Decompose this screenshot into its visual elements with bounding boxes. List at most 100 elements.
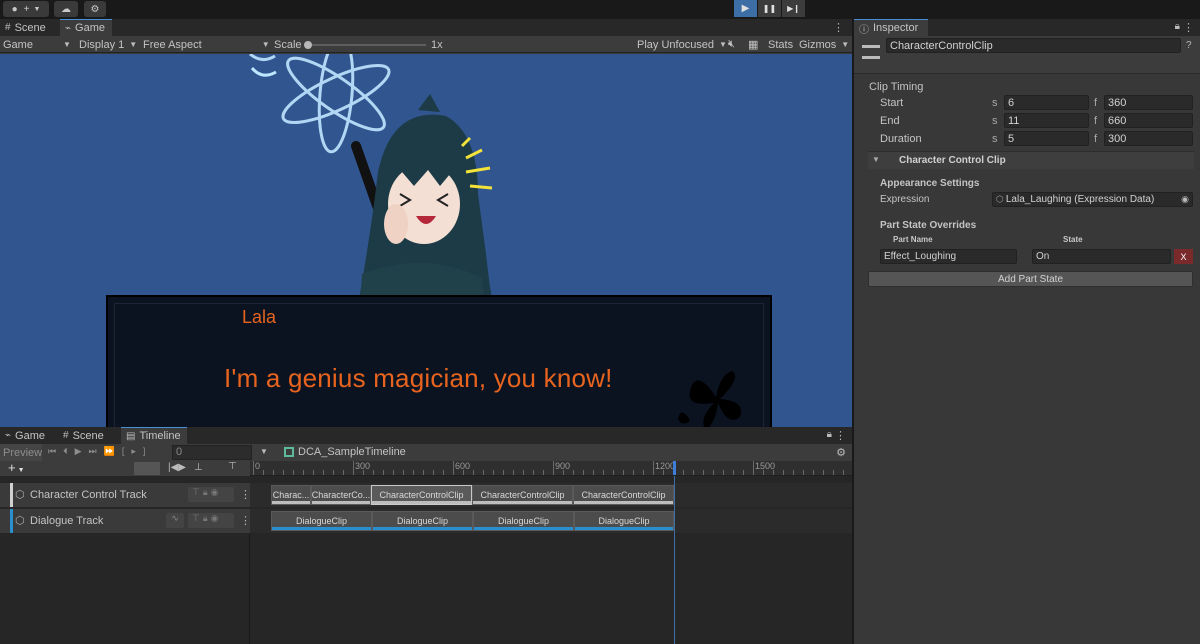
- track-lane-dialogue[interactable]: DialogueClip DialogueClip DialogueClip D…: [250, 509, 852, 533]
- lock-icon[interactable]: 🔒︎: [1175, 21, 1180, 32]
- ruler-tick: [783, 470, 784, 475]
- start-frames-field[interactable]: 360: [1104, 95, 1193, 110]
- ruler-tick: [313, 470, 314, 475]
- clip[interactable]: DialogueClip: [473, 511, 574, 531]
- main-toolbar: ● + ▼ ☁ ⚙ ▶ ❚❚ ▶❙: [0, 0, 1200, 19]
- track-name: Character Control Track: [30, 489, 147, 501]
- clip[interactable]: DialogueClip: [271, 511, 372, 531]
- ruler-tick: [613, 470, 614, 475]
- clip[interactable]: DialogueClip: [574, 511, 674, 531]
- ruler-tick: [283, 470, 284, 475]
- duration-frames-field[interactable]: 300: [1104, 131, 1193, 146]
- tab-scene-bottom[interactable]: # Scene: [58, 427, 118, 444]
- ruler-tick: [743, 470, 744, 475]
- gizmos-dropdown[interactable]: Gizmos ▼: [799, 36, 849, 53]
- remove-override-button[interactable]: X: [1174, 249, 1193, 264]
- end-seconds-field[interactable]: 11: [1004, 113, 1089, 128]
- scale-slider-thumb[interactable]: [304, 41, 312, 49]
- chevron-down-icon: ▼: [261, 40, 270, 49]
- more-options-icon[interactable]: ⋮: [833, 21, 844, 34]
- play-button[interactable]: ▶: [734, 0, 757, 17]
- frames-prefix: f: [1094, 97, 1098, 109]
- state-field[interactable]: On: [1032, 249, 1171, 264]
- snap-icon[interactable]: [134, 462, 160, 475]
- clip-bar: [474, 527, 573, 530]
- clip-selected[interactable]: CharacterControlClip: [371, 485, 472, 505]
- help-icon[interactable]: ?: [1186, 40, 1192, 51]
- account-dropdown[interactable]: ● + ▼: [3, 1, 49, 17]
- duration-seconds-field[interactable]: 5: [1004, 131, 1089, 146]
- add-part-state-button[interactable]: Add Part State: [868, 271, 1193, 287]
- tab-scene[interactable]: # Scene: [0, 19, 58, 36]
- chevron-down-icon[interactable]: ▼: [260, 447, 268, 456]
- ruler-tick: [723, 470, 724, 475]
- clip[interactable]: CharacterCo...: [311, 485, 371, 505]
- stats-button[interactable]: Stats: [768, 36, 793, 53]
- ruler-tick: [473, 470, 474, 475]
- step-button[interactable]: ▶❙: [782, 0, 805, 17]
- section-header[interactable]: ▼ Character Control Clip: [868, 151, 1194, 169]
- add-track-button[interactable]: + ▼: [8, 460, 25, 475]
- track-color-bar: [10, 483, 13, 507]
- scale-slider[interactable]: [304, 41, 426, 49]
- object-name-field[interactable]: CharacterControlClip: [886, 38, 1181, 53]
- pause-button[interactable]: ❚❚: [758, 0, 781, 17]
- track-color-bar: [10, 509, 13, 533]
- tab-game-bottom[interactable]: ⌁ Game: [0, 427, 56, 444]
- ruler-label: 600: [455, 461, 471, 471]
- display-dropdown[interactable]: Display 1 ▼: [79, 36, 137, 53]
- ruler-tick: [553, 461, 554, 475]
- aspect-dropdown[interactable]: Free Aspect ▼: [143, 36, 270, 53]
- marker-icon[interactable]: ⊥: [194, 462, 203, 473]
- tab-timeline[interactable]: ▤ Timeline: [121, 427, 187, 444]
- playback-controls[interactable]: ⏮⏴▶⏭⏩[▸]: [48, 446, 152, 457]
- gear-icon[interactable]: ⚙: [836, 446, 846, 459]
- ruler-tick: [643, 470, 644, 475]
- display-mode-dropdown[interactable]: Game ▼: [3, 36, 71, 53]
- display-mode-label: Game: [3, 38, 33, 51]
- ruler-tick: [543, 470, 544, 475]
- preview-toggle[interactable]: Preview: [0, 444, 42, 461]
- more-options-icon[interactable]: ⋮: [835, 429, 846, 442]
- keyboard-icon[interactable]: ▦: [748, 36, 758, 53]
- track-controls[interactable]: ⊤🔒︎◉: [188, 487, 234, 502]
- pin-icon[interactable]: ⊤: [228, 461, 237, 472]
- time-ruler[interactable]: 0 300 600 900 1200 1500: [250, 461, 852, 476]
- ruler-tick: [493, 470, 494, 475]
- track-header-dialogue[interactable]: ⬡ Dialogue Track ∿ ⊤🔒︎◉ ⋮: [0, 509, 251, 533]
- track-lane-character-control[interactable]: Charac... CharacterCo... CharacterContro…: [250, 483, 852, 507]
- clip[interactable]: CharacterControlClip: [573, 485, 674, 505]
- mute-audio-icon[interactable]: 🔇︎: [728, 36, 735, 53]
- tab-label: Inspector: [873, 22, 919, 34]
- ripple-icon[interactable]: |◀▶: [168, 462, 186, 473]
- ruler-tick: [733, 470, 734, 475]
- clip-label: CharacterControlClip: [581, 490, 666, 500]
- timeline-asset[interactable]: DCA_SampleTimeline: [284, 446, 406, 458]
- clip[interactable]: DialogueClip: [372, 511, 473, 531]
- expression-field[interactable]: ⬡ Lala_Laughing (Expression Data) ◉: [992, 192, 1193, 207]
- start-seconds-field[interactable]: 6: [1004, 95, 1089, 110]
- cloud-button[interactable]: ☁: [54, 1, 78, 17]
- ruler-tick: [753, 461, 754, 475]
- curves-icon[interactable]: ∿: [166, 513, 184, 528]
- clip[interactable]: CharacterControlClip: [472, 485, 573, 505]
- playhead[interactable]: [673, 461, 676, 475]
- clip-label: DialogueClip: [497, 516, 550, 526]
- playhead-line: [674, 476, 675, 644]
- chevron-down-icon: ▼: [719, 40, 727, 49]
- end-frames-field[interactable]: 660: [1104, 113, 1193, 128]
- tab-game[interactable]: ⌁ Game: [60, 19, 112, 36]
- object-picker-icon[interactable]: ◉: [1181, 194, 1189, 205]
- tab-inspector[interactable]: ⓘ Inspector: [854, 19, 928, 36]
- frame-field[interactable]: 0: [172, 445, 252, 460]
- track-header-character-control[interactable]: ⬡ Character Control Track ⊤🔒︎◉ ⋮: [0, 483, 251, 507]
- play-focus-dropdown[interactable]: Play Unfocused ▼: [637, 36, 727, 53]
- ruler-tick: [343, 470, 344, 475]
- more-options-icon[interactable]: ⋮: [1183, 21, 1194, 34]
- settings-button[interactable]: ⚙: [84, 1, 106, 17]
- lock-icon[interactable]: 🔒︎: [827, 429, 832, 440]
- clip[interactable]: Charac...: [271, 485, 311, 505]
- game-viewport[interactable]: Lala I'm a genius magician, you know!: [0, 54, 852, 444]
- track-controls[interactable]: ⊤🔒︎◉: [188, 513, 234, 528]
- part-name-field[interactable]: Effect_Loughing: [880, 249, 1017, 264]
